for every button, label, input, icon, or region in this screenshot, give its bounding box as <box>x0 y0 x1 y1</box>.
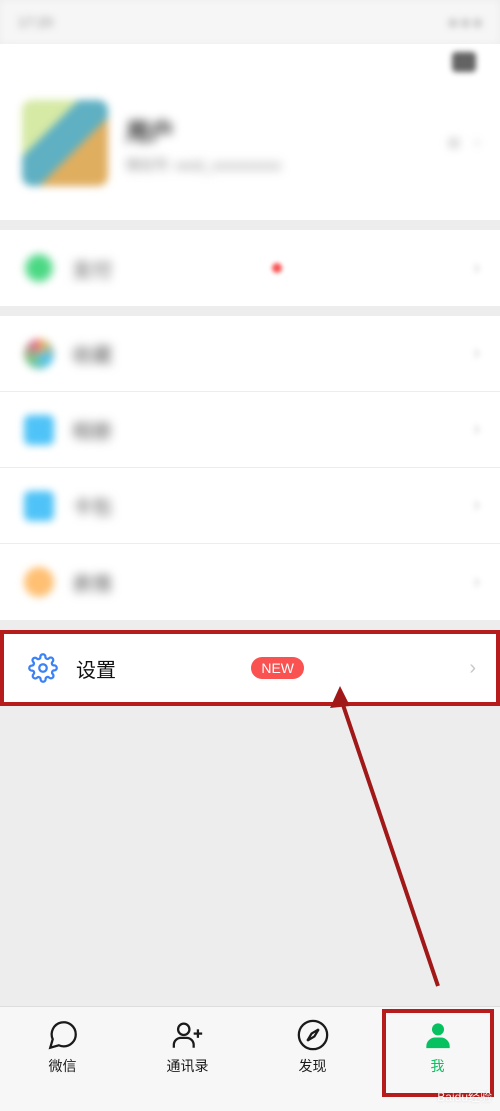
tab-contacts[interactable]: 通讯录 <box>125 1007 250 1111</box>
profile-info: 用户 微信号: wxid_xxxxxxxxxx <box>126 112 447 175</box>
photos-icon <box>24 415 54 445</box>
avatar[interactable] <box>22 100 108 186</box>
profile-id: 微信号: wxid_xxxxxxxxxx <box>126 155 447 175</box>
photos-label: 相册 <box>72 415 473 444</box>
pay-item[interactable]: 支付 › <box>0 230 500 306</box>
me-icon <box>420 1017 456 1053</box>
profile-name: 用户 <box>126 112 447 147</box>
qr-icon[interactable]: ⊞ <box>447 133 460 153</box>
pay-label: 支付 <box>72 254 264 283</box>
tab-discover-label: 发现 <box>299 1056 327 1076</box>
pay-group: 支付 › <box>0 230 500 306</box>
contacts-icon <box>170 1017 206 1053</box>
watermark: Baidu经验 <box>437 1088 492 1105</box>
chevron-icon: › <box>473 342 480 365</box>
tab-discover[interactable]: 发现 <box>250 1007 375 1111</box>
header-actions <box>0 44 500 80</box>
tab-contacts-label: 通讯录 <box>167 1056 209 1076</box>
settings-label: 设置 <box>76 654 241 683</box>
photos-item[interactable]: 相册 › <box>0 392 500 468</box>
favorites-item[interactable]: 收藏 › <box>0 316 500 392</box>
tab-chat-label: 微信 <box>49 1056 77 1076</box>
camera-icon[interactable] <box>452 52 476 72</box>
tab-chat[interactable]: 微信 <box>0 1007 125 1111</box>
tab-me-label: 我 <box>431 1056 445 1076</box>
favorites-icon <box>24 339 54 369</box>
emoji-icon <box>24 567 54 597</box>
chevron-icon: › <box>473 494 480 517</box>
notification-dot <box>272 263 282 273</box>
status-icons: ● ● ● <box>449 14 482 30</box>
profile-actions: ⊞ › <box>447 133 480 153</box>
tab-bar: 微信 通讯录 发现 我 <box>0 1006 500 1111</box>
emoji-item[interactable]: 表情 › <box>0 544 500 620</box>
chevron-icon: › <box>473 257 480 280</box>
status-time: 17:20 <box>18 14 53 30</box>
chat-icon <box>45 1017 81 1053</box>
chevron-icon: › <box>475 134 480 152</box>
pay-icon <box>24 253 54 283</box>
favorites-label: 收藏 <box>72 339 473 368</box>
emoji-label: 表情 <box>72 568 473 597</box>
cards-icon <box>24 491 54 521</box>
cards-label: 卡包 <box>72 491 473 520</box>
cards-item[interactable]: 卡包 › <box>0 468 500 544</box>
gear-icon <box>28 653 58 683</box>
new-badge: NEW <box>251 657 304 679</box>
tools-group: 收藏 › 相册 › 卡包 › 表情 › <box>0 316 500 620</box>
chevron-icon: › <box>473 571 480 594</box>
chevron-icon: › <box>473 418 480 441</box>
settings-item[interactable]: 设置 NEW › <box>0 630 500 706</box>
profile-section[interactable]: 用户 微信号: wxid_xxxxxxxxxx ⊞ › <box>0 80 500 220</box>
annotation-arrow <box>330 686 450 1006</box>
discover-icon <box>295 1017 331 1053</box>
chevron-icon: › <box>469 657 476 680</box>
status-bar: 17:20 ● ● ● <box>0 0 500 44</box>
